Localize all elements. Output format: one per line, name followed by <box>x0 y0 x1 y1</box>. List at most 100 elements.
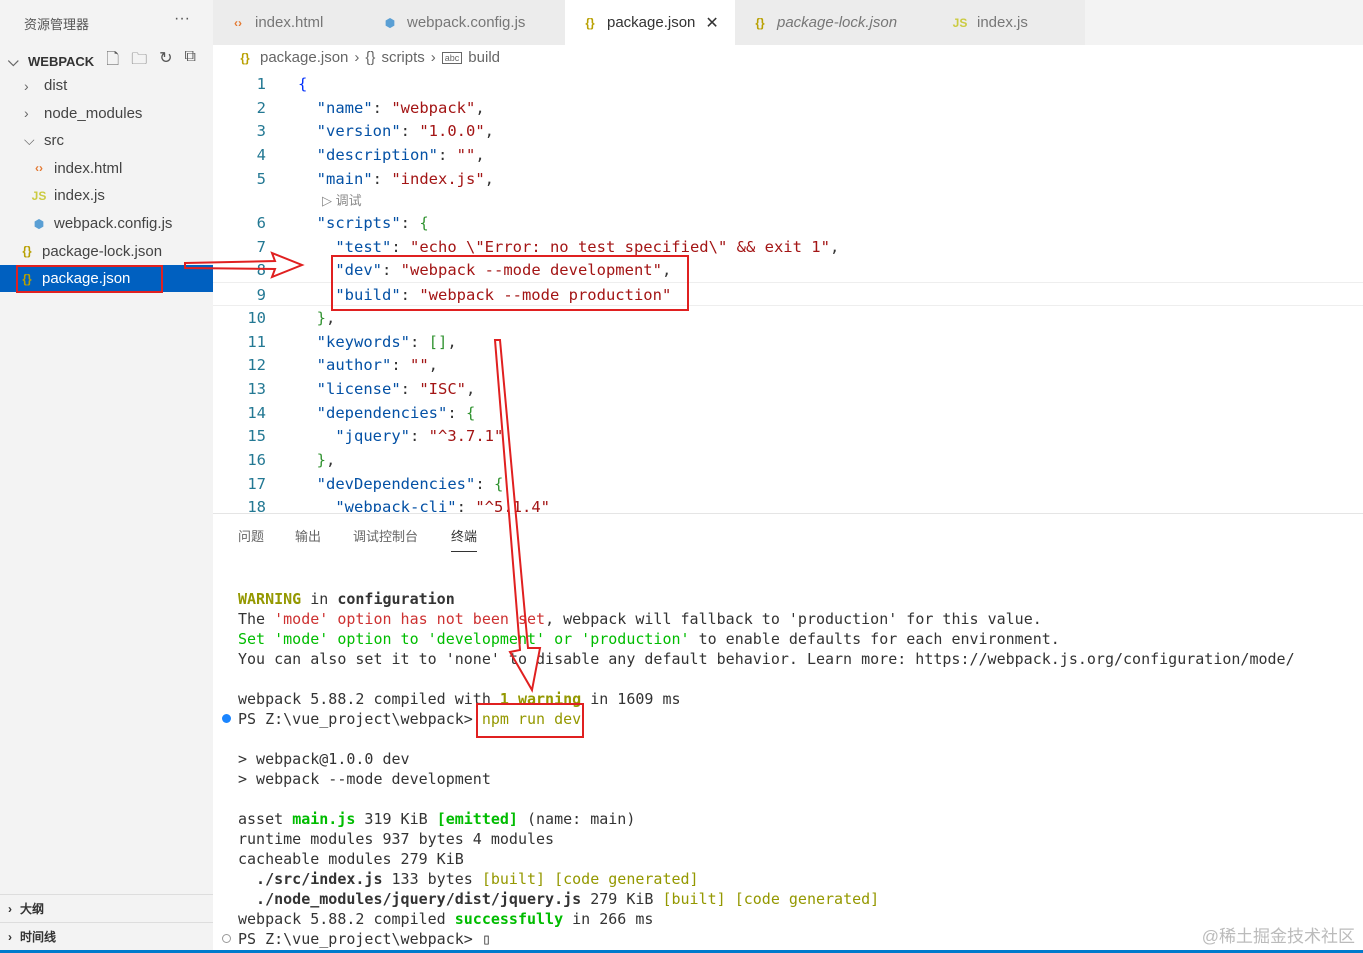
terminal-line: cacheable modules 279 KiB <box>238 849 1295 869</box>
panel-tab[interactable]: 输出 <box>295 526 321 545</box>
line-text: "dependencies": { <box>316 403 476 422</box>
terminal-segment: You can also set it to 'none' to disable… <box>238 650 1295 668</box>
code-line: 17 "devDependencies": { <box>213 472 1363 496</box>
more-actions-button[interactable]: ··· <box>174 10 190 28</box>
tree-item[interactable]: JS index.js <box>0 182 213 209</box>
panel-tab[interactable]: 调试控制台 <box>353 526 418 545</box>
code-line: 14 "dependencies": { <box>213 401 1363 425</box>
new-file-icon[interactable]: 🗋 <box>106 48 119 75</box>
line-number: 12 <box>247 356 266 375</box>
tree-item-label: package-lock.json <box>42 242 163 260</box>
terminal-segment: in 266 ms <box>563 910 654 928</box>
terminal-segment: webpack 5.88.2 compiled <box>238 910 455 928</box>
braces-icon: {} <box>365 49 376 66</box>
tab-package-json[interactable]: {} package.json ✕ <box>565 0 735 45</box>
terminal-segment: [built] [code generated] <box>481 870 699 888</box>
webpack-file-icon: ⬢ <box>384 15 396 30</box>
tree-item[interactable]: {} package.json <box>0 265 213 293</box>
folder-header[interactable]: ⌵ WEBPACK 🗋 🗀 ↻ ⧉ <box>8 48 196 75</box>
terminal-line: Set 'mode' option to 'development' or 'p… <box>238 629 1295 649</box>
line-number: 7 <box>256 237 266 256</box>
tab-index-html[interactable]: ‹› index.html <box>213 0 365 45</box>
code-line: 7 "test": "echo \"Error: no test specifi… <box>213 235 1363 259</box>
line-text: { <box>298 75 308 93</box>
terminal-segment: ▯ <box>481 930 491 948</box>
line-number: 14 <box>247 403 266 422</box>
tree-item[interactable]: {} package-lock.json <box>0 238 213 265</box>
explorer-sidebar: 资源管理器 ··· ⌵ WEBPACK 🗋 🗀 ↻ ⧉ › dist › node_m… <box>0 0 213 953</box>
terminal-segment: The <box>238 610 275 628</box>
terminal-segment: PS Z:\vue_project\webpack> <box>238 930 482 948</box>
codelens-label: 调试 <box>335 193 362 208</box>
code-line: 15 "jquery": "^3.7.1" <box>213 424 1363 448</box>
line-text: }, <box>316 451 336 469</box>
tree-item-label: webpack.config.js <box>54 215 173 232</box>
tree-item-label: index.html <box>54 159 123 177</box>
bottom-panel: 问题 输出 调试控制台 终端 WARNING in configuration The … <box>213 513 1363 950</box>
tab-webpack-config-js[interactable]: ⬢ webpack.config.js <box>365 0 565 45</box>
terminal-segment: 279 KiB <box>581 890 663 908</box>
line-number: 18 <box>247 498 266 512</box>
collapse-all-icon[interactable]: ⧉ <box>185 48 196 75</box>
tree-item-label: dist <box>44 77 68 94</box>
debug-codelens[interactable]: ▷ 调试 <box>322 190 362 209</box>
line-number: 3 <box>256 122 266 141</box>
string-icon: abc <box>441 51 463 64</box>
breadcrumb-build[interactable]: build <box>468 49 500 66</box>
json-file-icon: {} <box>755 15 765 30</box>
outline-label: 大纲 <box>20 902 45 916</box>
tab-package-lock-json[interactable]: {} package-lock.json <box>735 0 935 45</box>
line-text: "devDependencies": { <box>316 474 504 493</box>
panel-tab[interactable]: 终端 <box>451 526 478 552</box>
new-folder-icon[interactable]: 🗀 <box>131 48 147 75</box>
line-text: "author": "", <box>316 356 439 375</box>
panel-tab[interactable]: 问题 <box>238 526 264 545</box>
terminal-segment: (name: main) <box>517 810 636 828</box>
terminal-output[interactable]: WARNING in configuration The 'mode' optio… <box>238 589 1295 949</box>
line-text: "name": "webpack", <box>316 98 485 117</box>
terminal-segment: 1 warning <box>499 690 582 708</box>
tree-item[interactable]: ‹› index.html <box>0 155 213 182</box>
terminal-segment: webpack 5.88.2 compiled with <box>238 690 500 708</box>
tab-label: webpack.config.js <box>407 14 526 31</box>
terminal-segment: ./node_modules/jquery/dist/jquery.js <box>238 890 582 908</box>
close-icon[interactable]: ✕ <box>705 13 718 33</box>
code-line: 5 "main": "index.js", <box>213 167 1363 191</box>
breadcrumb-file[interactable]: package.json <box>260 49 348 66</box>
terminal-segment: 319 KiB <box>355 810 437 828</box>
tree-item[interactable]: ⬢ webpack.config.js <box>0 210 213 237</box>
tree-item[interactable]: ⌵ src <box>0 127 213 154</box>
terminal-line: asset main.js 319 KiB [emitted] (name: m… <box>238 809 1295 829</box>
outline-section[interactable]: › 大纲 <box>0 894 213 922</box>
code-line: 18 "webpack-cli": "^5.1.4" <box>213 495 1363 512</box>
terminal-segment: , webpack will fallback to 'production' … <box>545 610 1042 628</box>
terminal-segment: runtime modules 937 bytes 4 modules <box>238 830 555 848</box>
terminal-line: runtime modules 937 bytes 4 modules <box>238 829 1295 849</box>
terminal-segment: in 1609 ms <box>581 690 681 708</box>
tree-item[interactable]: › dist <box>0 72 213 99</box>
line-text: "keywords": [], <box>316 332 457 351</box>
tree-item-label: index.js <box>54 187 105 205</box>
code-editor[interactable]: 1{2 "name": "webpack", 3 "version": "1.0.… <box>213 72 1363 512</box>
refresh-icon[interactable]: ↻ <box>159 48 172 75</box>
line-number: 15 <box>247 427 266 446</box>
code-line: 16 }, <box>213 448 1363 472</box>
html-file-icon: ‹› <box>35 161 43 176</box>
terminal-segment: > webpack --mode development <box>238 770 491 788</box>
command-success-dot[interactable] <box>222 714 231 723</box>
timeline-section[interactable]: › 时间线 <box>0 922 213 950</box>
breadcrumb-scripts[interactable]: scripts <box>381 49 424 66</box>
tab-index-js[interactable]: JS index.js <box>935 0 1085 45</box>
terminal-segment: [built] [code generated] <box>662 890 880 908</box>
code-line: 6 "scripts": { <box>213 211 1363 235</box>
webpack-file-icon: ⬢ <box>33 216 45 231</box>
line-number: 5 <box>256 169 266 188</box>
line-text: "webpack-cli": "^5.1.4" <box>335 498 550 512</box>
terminal-line: webpack 5.88.2 compiled with 1 warning i… <box>238 689 1295 709</box>
terminal-line: webpack 5.88.2 compiled successfully in … <box>238 909 1295 929</box>
timeline-label: 时间线 <box>20 930 57 944</box>
tree-item[interactable]: › node_modules <box>0 100 213 127</box>
terminal-segment: [emitted] <box>436 810 518 828</box>
